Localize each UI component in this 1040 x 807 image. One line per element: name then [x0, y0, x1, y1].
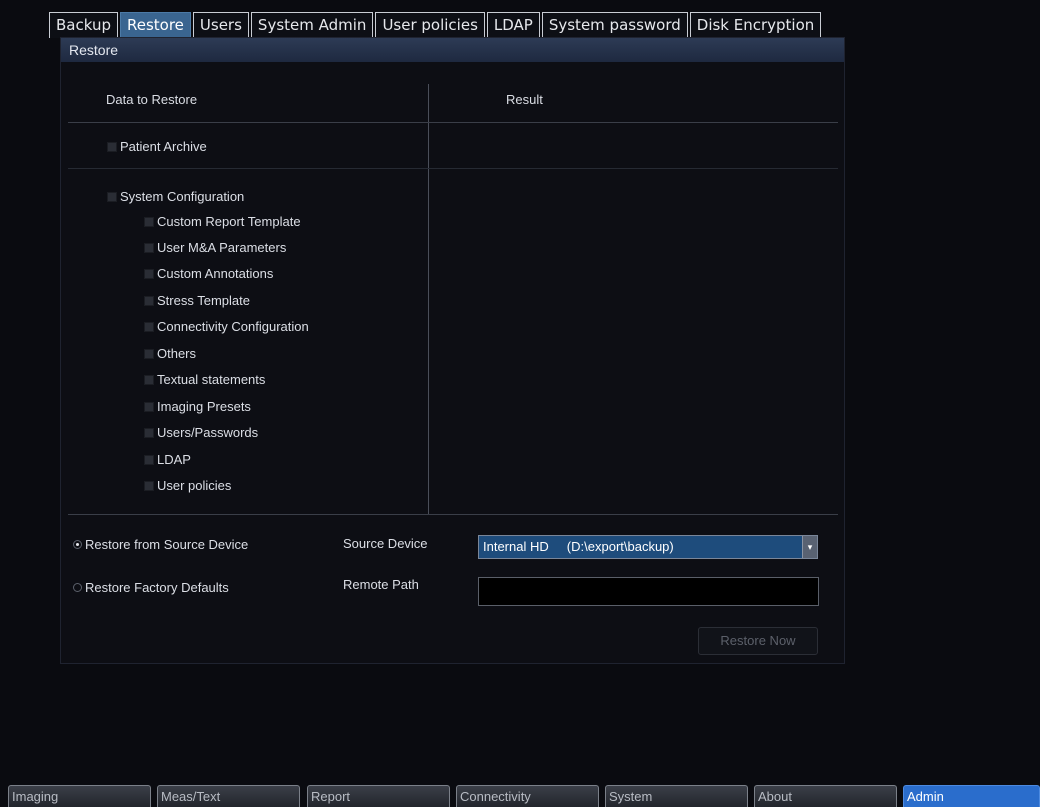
source-device-label: Source Device	[343, 536, 428, 551]
users-passwords-checkbox[interactable]: Users/Passwords	[144, 425, 258, 440]
tab-restore[interactable]: Restore	[119, 12, 191, 38]
bottom-tab-meas-text[interactable]: Meas/Text	[157, 785, 300, 807]
checkbox-box[interactable]	[144, 454, 154, 465]
remote-path-input[interactable]	[478, 577, 819, 606]
system-configuration-checkbox[interactable]: System Configuration	[107, 189, 244, 204]
column-divider	[428, 84, 429, 514]
connectivity-configuration-checkbox[interactable]: Connectivity Configuration	[144, 319, 309, 334]
bottom-tab-imaging[interactable]: Imaging	[8, 785, 151, 807]
checkbox-label: Textual statements	[157, 372, 266, 387]
bottom-tab-report[interactable]: Report	[307, 785, 450, 807]
checkbox-label: Others	[157, 346, 197, 361]
checkbox-box[interactable]	[144, 216, 154, 227]
tab-ldap[interactable]: LDAP	[486, 12, 540, 38]
checkbox-box[interactable]	[144, 401, 154, 412]
others-checkbox[interactable]: Others	[144, 346, 196, 361]
bottom-tab-system[interactable]: System	[605, 785, 748, 807]
checkbox-label: Stress Template	[157, 293, 250, 308]
checkbox-box[interactable]	[144, 480, 154, 491]
checkbox-label: User policies	[157, 478, 232, 493]
restore-now-button[interactable]: Restore Now	[698, 627, 818, 655]
checkbox-box[interactable]	[144, 242, 154, 253]
patient-archive-checkbox[interactable]: Patient Archive	[107, 139, 207, 154]
checkbox-box[interactable]	[144, 268, 154, 279]
custom-report-template-checkbox[interactable]: Custom Report Template	[144, 214, 301, 229]
checkbox-label: Custom Report Template	[157, 214, 301, 229]
checkbox-label: Patient Archive	[120, 139, 207, 154]
checkbox-box[interactable]	[144, 374, 154, 385]
row-divider	[68, 168, 838, 169]
chevron-down-icon[interactable]: ▾	[802, 536, 817, 558]
column-header-data: Data to Restore	[106, 92, 198, 107]
header-divider	[68, 122, 838, 123]
checkbox-box[interactable]	[107, 141, 117, 152]
panel-title: Restore	[61, 38, 844, 62]
bottom-tab-about[interactable]: About	[754, 785, 897, 807]
checkbox-label: Users/Passwords	[157, 425, 259, 440]
checkbox-label: Connectivity Configuration	[157, 319, 309, 334]
remote-path-label: Remote Path	[343, 577, 419, 592]
restore-from-source-radio[interactable]: Restore from Source Device	[73, 537, 248, 552]
bottom-nav-bar: Imaging Meas/Text Report Connectivity Sy…	[0, 785, 1040, 807]
radio-label: Restore from Source Device	[85, 537, 249, 552]
checkbox-box[interactable]	[144, 295, 154, 306]
source-device-dropdown[interactable]: Internal HD (D:\export\backup) ▾	[478, 535, 818, 559]
checkbox-box[interactable]	[144, 321, 154, 332]
radio-selected-icon[interactable]	[73, 540, 82, 549]
tab-system-admin[interactable]: System Admin	[250, 12, 374, 38]
column-header-result: Result	[506, 92, 543, 107]
checkbox-label: User M&A Parameters	[157, 240, 287, 255]
checkbox-label: Custom Annotations	[157, 266, 274, 281]
source-device-value: Internal HD (D:\export\backup)	[483, 539, 674, 554]
textual-statements-checkbox[interactable]: Textual statements	[144, 372, 265, 387]
imaging-presets-checkbox[interactable]: Imaging Presets	[144, 399, 251, 414]
tab-users[interactable]: Users	[192, 12, 249, 38]
checkbox-box[interactable]	[144, 348, 154, 359]
bottom-tab-admin[interactable]: Admin	[903, 785, 1040, 807]
restore-factory-defaults-radio[interactable]: Restore Factory Defaults	[73, 580, 229, 595]
checkbox-label: System Configuration	[120, 189, 245, 204]
checkbox-label: LDAP	[157, 452, 191, 467]
bottom-tab-connectivity[interactable]: Connectivity	[456, 785, 599, 807]
radio-label: Restore Factory Defaults	[85, 580, 229, 595]
ldap-checkbox[interactable]: LDAP	[144, 452, 191, 467]
user-ma-parameters-checkbox[interactable]: User M&A Parameters	[144, 240, 286, 255]
user-policies-checkbox[interactable]: User policies	[144, 478, 231, 493]
table-bottom-divider	[68, 514, 838, 515]
tab-user-policies[interactable]: User policies	[375, 12, 485, 38]
tab-disk-encryption[interactable]: Disk Encryption	[689, 12, 822, 38]
tab-system-password[interactable]: System password	[541, 12, 688, 38]
stress-template-checkbox[interactable]: Stress Template	[144, 293, 250, 308]
tab-backup[interactable]: Backup	[49, 12, 118, 38]
top-tab-bar: Backup Restore Users System Admin User p…	[49, 12, 823, 38]
checkbox-label: Imaging Presets	[157, 399, 251, 414]
radio-unselected-icon[interactable]	[73, 583, 82, 592]
checkbox-box[interactable]	[144, 427, 154, 438]
checkbox-box[interactable]	[107, 191, 117, 202]
custom-annotations-checkbox[interactable]: Custom Annotations	[144, 266, 273, 281]
